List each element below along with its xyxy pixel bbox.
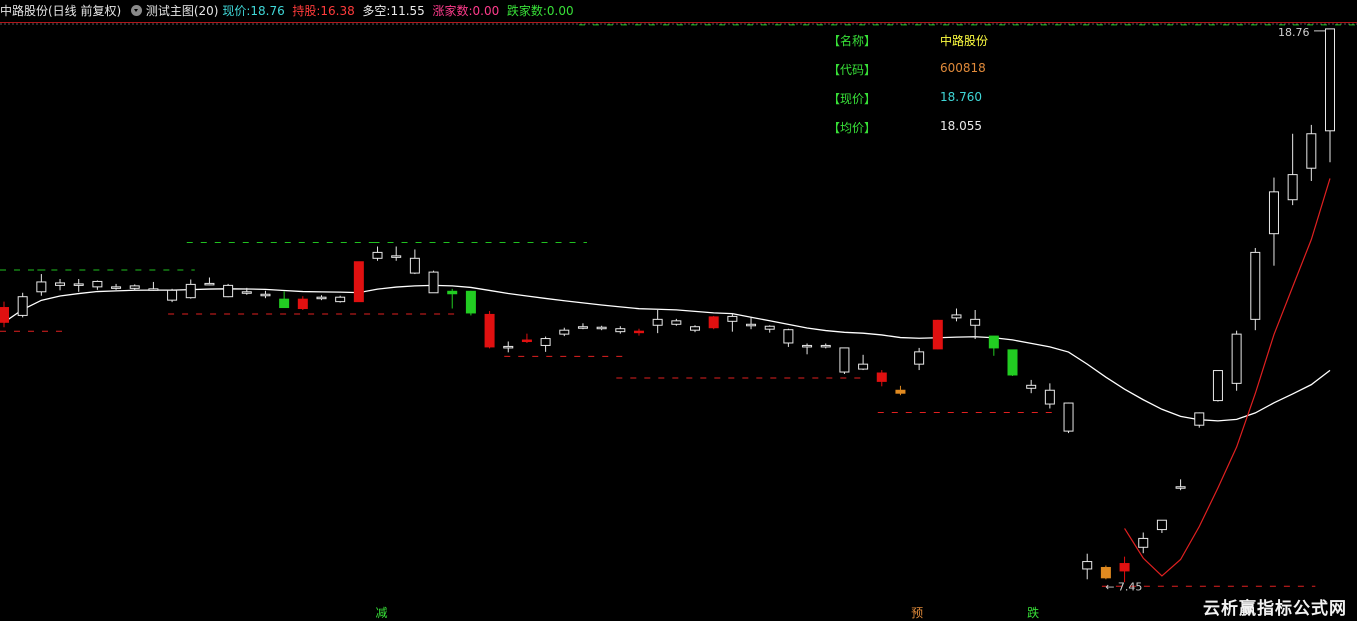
signal-predict-label: 预 bbox=[911, 606, 923, 620]
candle-body bbox=[297, 298, 308, 310]
candle-body bbox=[353, 261, 364, 303]
candle-body bbox=[0, 307, 9, 323]
candle-body bbox=[633, 330, 644, 334]
candle-body bbox=[1250, 251, 1261, 320]
info-key: 【现价】 bbox=[828, 92, 877, 106]
info-value: 600818 bbox=[940, 61, 986, 75]
candle-body bbox=[73, 283, 84, 286]
candle-body bbox=[204, 282, 215, 286]
candle-body bbox=[1138, 537, 1149, 548]
candle-body bbox=[1100, 566, 1111, 579]
candle-body bbox=[559, 329, 570, 335]
signal-fall-label: 跌 bbox=[1027, 605, 1039, 620]
watermark: 云析赢指标公式网 bbox=[1203, 599, 1347, 619]
candle-body bbox=[820, 344, 831, 348]
candle-body bbox=[596, 326, 607, 330]
candle-body bbox=[316, 296, 327, 300]
candle-body bbox=[185, 283, 196, 299]
candle-body bbox=[1156, 519, 1167, 531]
candle-body bbox=[727, 315, 738, 322]
candle-body bbox=[895, 389, 906, 394]
candle-body bbox=[1287, 174, 1298, 201]
candle-body bbox=[223, 284, 234, 298]
info-key: 【均价】 bbox=[828, 121, 877, 135]
candle-body bbox=[129, 285, 140, 289]
candle-body bbox=[540, 338, 551, 346]
candle-body bbox=[167, 289, 178, 301]
candle-body bbox=[951, 314, 962, 319]
candle-body bbox=[615, 328, 626, 333]
candle-body bbox=[914, 351, 925, 365]
candle-body bbox=[111, 286, 122, 289]
candle-body bbox=[1082, 561, 1093, 570]
info-value: 18.760 bbox=[940, 90, 982, 104]
candle-body bbox=[55, 282, 66, 286]
candle-body bbox=[1212, 370, 1223, 402]
candle-body bbox=[1231, 333, 1242, 384]
candle-body bbox=[652, 318, 663, 326]
candle-body bbox=[671, 320, 682, 325]
candle-body bbox=[1175, 486, 1186, 489]
candle-body bbox=[1026, 384, 1037, 389]
candle-body bbox=[409, 257, 420, 274]
candle-body bbox=[279, 298, 290, 309]
candle-body bbox=[1194, 412, 1205, 426]
candle-body bbox=[839, 347, 850, 373]
candlestick-chart[interactable]: 18.76← 7.45减预跌涨 bbox=[0, 0, 1357, 621]
candle-body bbox=[260, 293, 271, 297]
info-key: 【代码】 bbox=[828, 63, 877, 77]
candle-body bbox=[148, 288, 159, 291]
candle-body bbox=[876, 372, 887, 382]
candle-body bbox=[36, 281, 47, 293]
info-row-code: 【代码】 600818 bbox=[828, 61, 1028, 90]
info-row-avg: 【均价】 18.055 bbox=[828, 119, 1028, 148]
candle-body bbox=[447, 290, 458, 295]
candle-body bbox=[690, 326, 701, 331]
candle-body bbox=[241, 291, 252, 294]
candle-body bbox=[1007, 349, 1018, 376]
candle-body bbox=[92, 280, 103, 288]
candle-body bbox=[1306, 133, 1317, 169]
candle-body bbox=[970, 318, 981, 326]
candle-body bbox=[372, 251, 383, 259]
moving-average-line bbox=[3, 284, 1331, 422]
trend-line bbox=[1124, 178, 1331, 577]
candle-body bbox=[1063, 402, 1074, 432]
candle-body bbox=[932, 319, 943, 350]
candle-body bbox=[391, 255, 402, 258]
candle-body bbox=[484, 313, 495, 348]
candle-body bbox=[764, 325, 775, 330]
candle-body bbox=[858, 363, 869, 370]
candle-body bbox=[1268, 191, 1279, 235]
info-row-name: 【名称】 中路股份 bbox=[828, 32, 1028, 61]
info-value: 18.055 bbox=[940, 119, 982, 133]
candle-body bbox=[465, 290, 476, 314]
info-panel: 【名称】 中路股份 【代码】 600818 【现价】 18.760 【均价】 1… bbox=[828, 32, 1028, 148]
candle-body bbox=[708, 316, 719, 329]
info-row-price: 【现价】 18.760 bbox=[828, 90, 1028, 119]
candle-body bbox=[802, 344, 813, 348]
candle-body bbox=[746, 323, 757, 327]
candle-body bbox=[988, 335, 999, 349]
candle-body bbox=[1044, 389, 1055, 405]
candle-body bbox=[783, 329, 794, 344]
candle-body bbox=[1119, 563, 1130, 572]
candle-body bbox=[17, 296, 28, 316]
signal-reduce-label: 减 bbox=[376, 606, 388, 620]
info-key: 【名称】 bbox=[828, 34, 877, 48]
min-price-label: ← 7.45 bbox=[1105, 581, 1142, 594]
candle-body bbox=[577, 326, 588, 329]
candle-body bbox=[503, 345, 514, 349]
candle-body bbox=[335, 296, 346, 303]
max-price-label: 18.76 bbox=[1278, 26, 1310, 39]
candle-body bbox=[1325, 28, 1335, 132]
candle-body bbox=[428, 271, 439, 294]
info-value: 中路股份 bbox=[940, 34, 989, 48]
candle-body bbox=[521, 339, 532, 343]
